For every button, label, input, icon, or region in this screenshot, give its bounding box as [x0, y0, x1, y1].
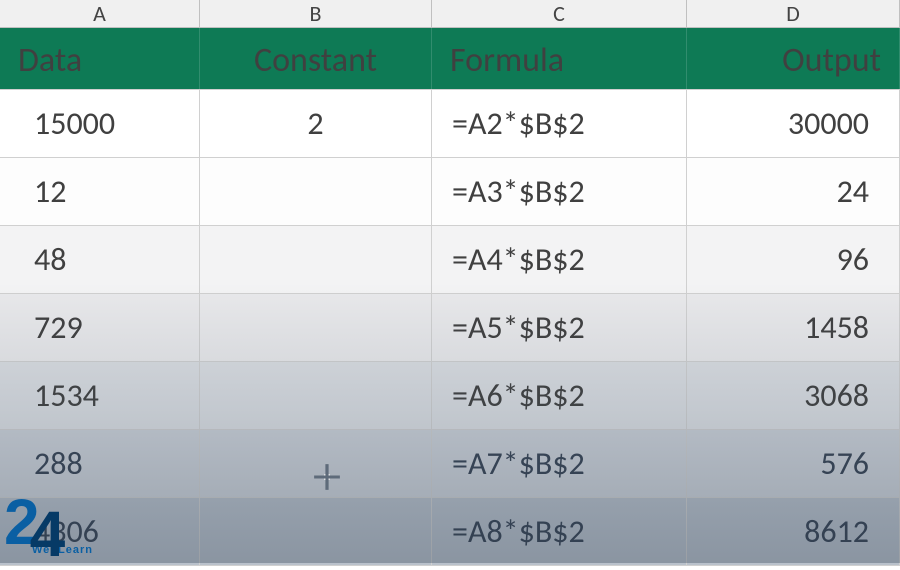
cell-a4[interactable]: 48: [0, 226, 200, 293]
cell-d6[interactable]: 3068: [687, 362, 900, 429]
table-row: 12 =A3*$B$2 24: [0, 158, 900, 226]
cell-c5[interactable]: =A5*$B$2: [432, 294, 687, 361]
cell-d3[interactable]: 24: [687, 158, 900, 225]
cell-c3[interactable]: =A3*$B$2: [432, 158, 687, 225]
table-row: 1534 =A6*$B$2 3068: [0, 362, 900, 430]
column-header-b[interactable]: B: [200, 0, 432, 27]
cell-a8[interactable]: 4306: [0, 498, 200, 565]
cell-b3[interactable]: [200, 158, 432, 225]
cell-c2[interactable]: =A2*$B$2: [432, 90, 687, 157]
cell-a5[interactable]: 729: [0, 294, 200, 361]
table-row: 15000 2 =A2*$B$2 30000: [0, 90, 900, 158]
cell-d5[interactable]: 1458: [687, 294, 900, 361]
cell-b6[interactable]: [200, 362, 432, 429]
cell-b4[interactable]: [200, 226, 432, 293]
cell-a2[interactable]: 15000: [0, 90, 200, 157]
cell-c7[interactable]: =A7*$B$2: [432, 430, 687, 497]
cell-a7[interactable]: 288: [0, 430, 200, 497]
header-output[interactable]: Output: [687, 28, 900, 89]
table-row: 729 =A5*$B$2 1458: [0, 294, 900, 362]
cell-c6[interactable]: =A6*$B$2: [432, 362, 687, 429]
cell-d8[interactable]: 8612: [687, 498, 900, 565]
table-row: 4306 =A8*$B$2 8612: [0, 498, 900, 566]
cell-b8[interactable]: [200, 498, 432, 565]
cell-d4[interactable]: 96: [687, 226, 900, 293]
cell-b7[interactable]: [200, 430, 432, 497]
header-constant[interactable]: Constant: [200, 28, 432, 89]
cell-a3[interactable]: 12: [0, 158, 200, 225]
header-formula[interactable]: Formula: [432, 28, 687, 89]
cell-c4[interactable]: =A4*$B$2: [432, 226, 687, 293]
cell-a6[interactable]: 1534: [0, 362, 200, 429]
spreadsheet-view: A B C D Data Constant Formula Output 150…: [0, 0, 900, 563]
cell-d7[interactable]: 576: [687, 430, 900, 497]
cell-b2[interactable]: 2: [200, 90, 432, 157]
column-header-row: A B C D: [0, 0, 900, 28]
table-header-row: Data Constant Formula Output: [0, 28, 900, 90]
cell-d2[interactable]: 30000: [687, 90, 900, 157]
header-data[interactable]: Data: [0, 28, 200, 89]
column-header-d[interactable]: D: [687, 0, 900, 27]
column-header-c[interactable]: C: [432, 0, 687, 27]
column-header-a[interactable]: A: [0, 0, 200, 27]
cell-c8[interactable]: =A8*$B$2: [432, 498, 687, 565]
table-row: 48 =A4*$B$2 96: [0, 226, 900, 294]
cell-b5[interactable]: [200, 294, 432, 361]
table-row: 288 =A7*$B$2 576: [0, 430, 900, 498]
